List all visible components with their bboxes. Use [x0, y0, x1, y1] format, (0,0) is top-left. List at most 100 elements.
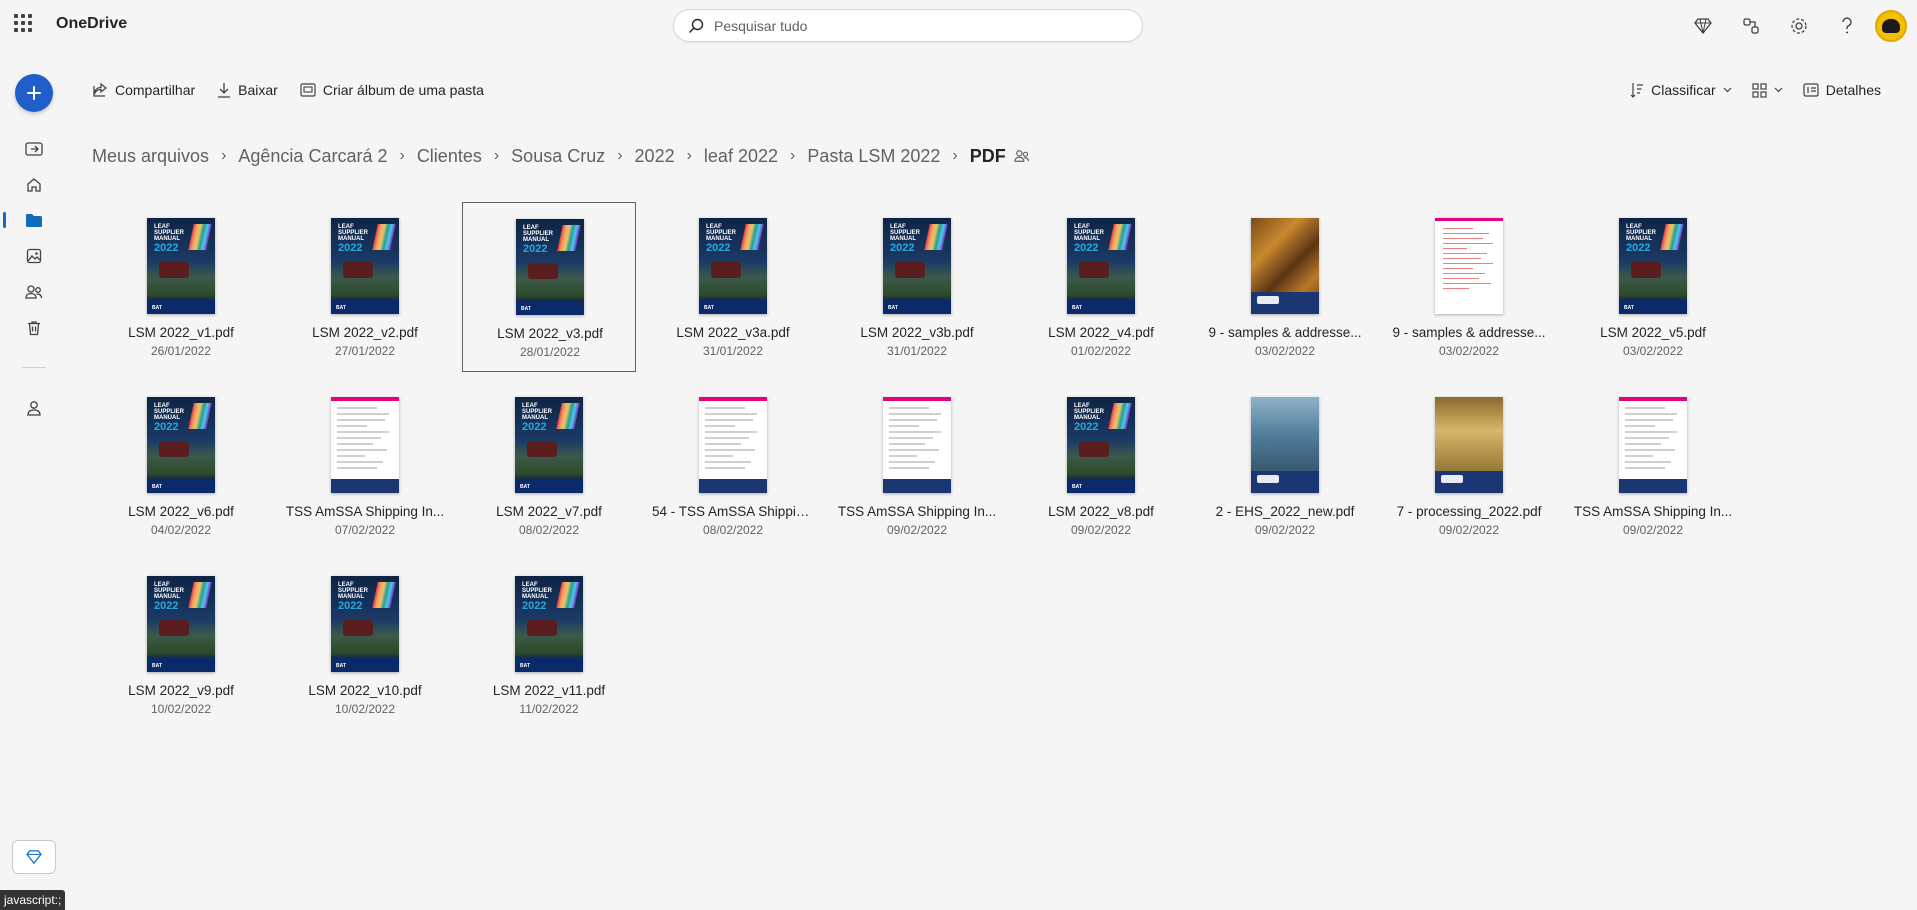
doc-text-line — [705, 437, 749, 439]
file-tile[interactable]: LEAF SUPPLIER MANUAL 2022 BAT LSM 2022_v6.pdf… — [94, 381, 268, 551]
file-date: 08/02/2022 — [702, 523, 764, 537]
file-tile[interactable]: LEAF SUPPLIER MANUAL 2022 BAT LSM 2022_v4.pdf… — [1014, 202, 1188, 372]
breadcrumb-item[interactable]: Clientes — [417, 146, 482, 167]
cover-year: 2022 — [338, 600, 363, 612]
help-icon[interactable] — [1823, 8, 1871, 44]
file-tile[interactable]: LEAF SUPPLIER MANUAL 2022 BAT LSM 2022_v10.pd… — [278, 560, 452, 730]
file-name: LSM 2022_v10.pdf — [308, 683, 422, 698]
doc-text-line — [1625, 467, 1665, 469]
rail-my-files-folder-icon[interactable] — [22, 208, 46, 232]
doc-header — [1435, 218, 1503, 221]
file-tile[interactable]: LEAF SUPPLIER MANUAL 2022 BAT LSM 2022_v1.pdf… — [94, 202, 268, 372]
breadcrumb-item[interactable]: 2022 — [635, 146, 675, 167]
rail-shared-people-icon[interactable] — [22, 280, 46, 304]
app-launcher-icon[interactable] — [14, 14, 32, 32]
cover-brand: BAT — [520, 663, 530, 669]
file-name: 9 - samples & addresse... — [1208, 325, 1362, 340]
doc-text-line — [1443, 283, 1491, 284]
doc-text-line — [1443, 233, 1489, 234]
breadcrumb-item[interactable]: Sousa Cruz — [511, 146, 605, 167]
breadcrumb-item[interactable]: Agência Carcará 2 — [238, 146, 387, 167]
file-thumbnail: LEAF SUPPLIER MANUAL 2022 BAT — [883, 218, 951, 314]
rail-home-icon[interactable] — [22, 173, 46, 197]
file-thumbnail: LEAF SUPPLIER MANUAL 2022 BAT — [516, 219, 584, 315]
file-tile[interactable]: LEAF SUPPLIER MANUAL 2022 BAT LSM 2022_v11.pd… — [462, 560, 636, 730]
file-tile[interactable]: LEAF SUPPLIER MANUAL 2022 BAT LSM 2022_v3.pdf… — [462, 202, 636, 372]
cover-brand: BAT — [152, 663, 162, 669]
file-name: LSM 2022_v8.pdf — [1048, 504, 1154, 519]
cover-tractor — [159, 262, 189, 278]
share-button[interactable]: Compartilhar — [92, 82, 195, 98]
cover-title: LEAF SUPPLIER MANUAL — [338, 582, 369, 600]
search-box[interactable]: Pesquisar tudo — [673, 9, 1143, 42]
cover-stripes — [188, 403, 212, 429]
download-button[interactable]: Baixar — [217, 82, 278, 98]
file-tile[interactable]: LEAF SUPPLIER MANUAL 2022 BAT LSM 2022_v9.pdf… — [94, 560, 268, 730]
doc-footer — [883, 479, 951, 493]
rail-recycle-bin-icon[interactable] — [22, 316, 46, 340]
breadcrumb-item[interactable]: leaf 2022 — [704, 146, 778, 167]
file-tile[interactable]: TSS AmSSA Shipping In... 09/02/2022 — [1566, 381, 1740, 551]
doc-text-line — [705, 455, 733, 457]
user-avatar[interactable] — [1875, 10, 1907, 42]
rail-photos-icon[interactable] — [22, 244, 46, 268]
file-tile[interactable]: 7 - processing_2022.pdf 09/02/2022 — [1382, 381, 1556, 551]
file-tile[interactable]: LEAF SUPPLIER MANUAL 2022 BAT LSM 2022_v3b.pd… — [830, 202, 1004, 372]
doc-text-line — [705, 443, 741, 445]
cover-tractor — [1079, 441, 1109, 457]
file-tile[interactable]: 54 - TSS AmSSA Shippin... 08/02/2022 — [646, 381, 820, 551]
app-name[interactable]: OneDrive — [56, 15, 127, 33]
settings-gear-icon[interactable] — [1775, 8, 1823, 44]
file-tile[interactable]: LEAF SUPPLIER MANUAL 2022 BAT LSM 2022_v3a.pd… — [646, 202, 820, 372]
file-date: 09/02/2022 — [1438, 523, 1500, 537]
cover-title: LEAF SUPPLIER MANUAL — [522, 582, 553, 600]
breadcrumb-item[interactable]: Meus arquivos — [92, 146, 209, 167]
left-rail — [0, 52, 68, 910]
doc-text-line — [337, 431, 389, 433]
premium-button[interactable] — [12, 840, 56, 874]
file-tile[interactable]: LEAF SUPPLIER MANUAL 2022 BAT LSM 2022_v7.pdf… — [462, 381, 636, 551]
file-tile[interactable]: TSS AmSSA Shipping In... 09/02/2022 — [830, 381, 1004, 551]
create-new-button[interactable] — [15, 74, 53, 112]
doc-text-line — [705, 413, 757, 415]
file-tile[interactable]: TSS AmSSA Shipping In... 07/02/2022 — [278, 381, 452, 551]
cover-year: 2022 — [154, 421, 179, 433]
file-tile[interactable]: 2 - EHS_2022_new.pdf 09/02/2022 — [1198, 381, 1372, 551]
rail-activity-icon[interactable] — [22, 137, 46, 161]
file-tile[interactable]: LEAF SUPPLIER MANUAL 2022 BAT LSM 2022_v5.pdf… — [1566, 202, 1740, 372]
doc-text-line — [337, 449, 387, 451]
cover-year: 2022 — [338, 242, 363, 254]
view-switcher-button[interactable] — [1752, 82, 1783, 98]
doc-text-line — [705, 431, 757, 433]
chevron-right-icon: › — [686, 147, 692, 164]
cover-year: 2022 — [890, 242, 915, 254]
details-button[interactable]: Detalhes — [1803, 82, 1881, 98]
sort-button[interactable]: Classificar — [1630, 82, 1732, 98]
plus-icon — [27, 86, 41, 100]
breadcrumb-item[interactable]: Pasta LSM 2022 — [807, 146, 940, 167]
rail-person-icon[interactable] — [22, 396, 46, 420]
file-thumbnail: LEAF SUPPLIER MANUAL 2022 BAT — [147, 397, 215, 493]
file-thumbnail: LEAF SUPPLIER MANUAL 2022 BAT — [515, 397, 583, 493]
cover-stripes — [188, 582, 212, 608]
doc-text-line — [1443, 253, 1487, 254]
file-tile[interactable]: 9 - samples & addresse... 03/02/2022 — [1382, 202, 1556, 372]
doc-text-line — [889, 431, 941, 433]
file-tile[interactable]: LEAF SUPPLIER MANUAL 2022 BAT LSM 2022_v2.pdf… — [278, 202, 452, 372]
file-name: LSM 2022_v5.pdf — [1600, 325, 1706, 340]
file-date: 03/02/2022 — [1622, 344, 1684, 358]
create-album-button[interactable]: Criar álbum de uma pasta — [300, 82, 484, 98]
file-thumbnail: LEAF SUPPLIER MANUAL 2022 BAT — [331, 576, 399, 672]
create-album-label: Criar álbum de uma pasta — [322, 82, 484, 98]
share-network-icon[interactable] — [1727, 8, 1775, 44]
share-icon — [93, 82, 107, 97]
cover-tractor — [895, 262, 925, 278]
file-date: 31/01/2022 — [886, 344, 948, 358]
file-tile[interactable]: LEAF SUPPLIER MANUAL 2022 BAT LSM 2022_v8.pdf… — [1014, 381, 1188, 551]
cover-brand: BAT — [520, 484, 530, 490]
file-tile[interactable]: 9 - samples & addresse... 03/02/2022 — [1198, 202, 1372, 372]
premium-diamond-icon[interactable] — [1679, 8, 1727, 44]
top-bar: OneDrive Pesquisar tudo — [0, 0, 1917, 52]
file-name: LSM 2022_v7.pdf — [496, 504, 602, 519]
cover-brand: BAT — [336, 663, 346, 669]
